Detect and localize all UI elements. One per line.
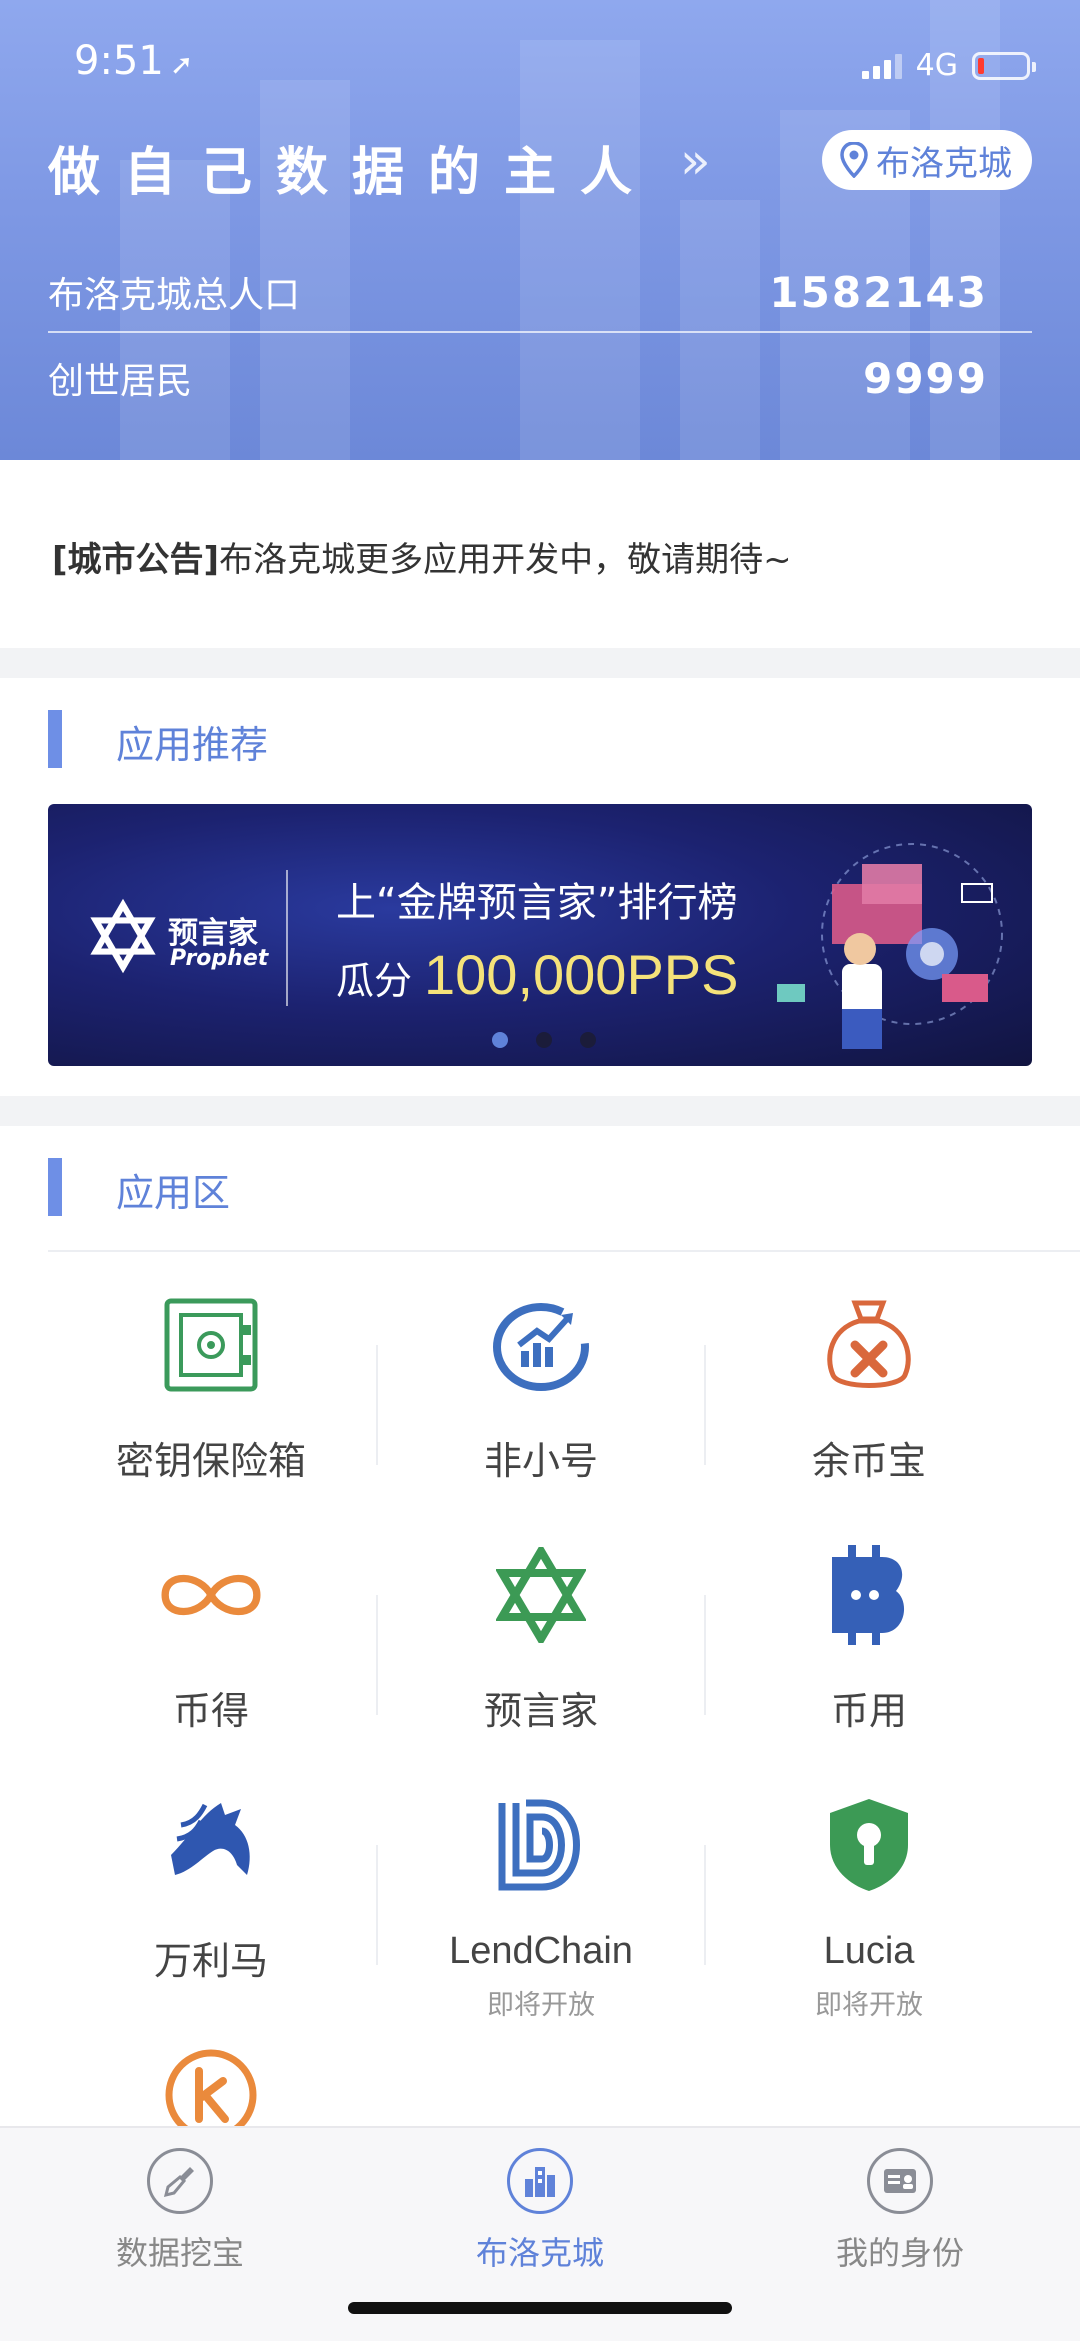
app-name: Lucia <box>823 1930 915 1972</box>
status-time: 9:51 ➚ <box>74 38 194 84</box>
battery-icon <box>972 51 1036 80</box>
promo-banner[interactable]: 预言家 Prophet 上“金牌预言家”排行榜 瓜分 100,000PPS <box>48 804 1032 1066</box>
page-dot[interactable] <box>492 1032 508 1048</box>
app-wanlima[interactable]: 万利马 <box>46 1790 376 1985</box>
notice-text: 布洛克城更多应用开发中，敬请期待~ <box>219 540 792 580</box>
shovel-icon <box>147 2148 213 2214</box>
slogan[interactable]: 做自己数据的主人 <box>48 130 656 205</box>
stat-label: 布洛克城总人口 <box>48 275 301 316</box>
section-gap <box>0 1096 1080 1126</box>
app-name: 预言家 <box>483 1689 598 1733</box>
signal-icon <box>861 53 902 79</box>
city-buildings-icon <box>507 2148 573 2214</box>
app-lendchain[interactable]: LendChain 即将开放 <box>376 1790 706 2022</box>
page-dot[interactable] <box>580 1032 596 1048</box>
safe-icon <box>156 1290 266 1400</box>
city-notice[interactable]: [城市公告]布洛克城更多应用开发中，敬请期待~ <box>0 460 1080 648</box>
banner-headline: 上“金牌预言家”排行榜 <box>336 880 738 926</box>
app-name: 密钥保险箱 <box>115 1439 306 1483</box>
app-key-safe[interactable]: 密钥保险箱 <box>46 1290 376 1485</box>
status-right: 4G <box>861 48 1036 83</box>
chart-ring-icon <box>486 1290 596 1400</box>
notice-text-row: [城市公告]布洛克城更多应用开发中，敬请期待~ <box>52 532 792 581</box>
stat-total-population: 布洛克城总人口 1582143 <box>48 252 1030 332</box>
city-location-button[interactable]: 布洛克城 <box>822 130 1032 190</box>
header-banner: 9:51 ➚ 4G 做自己数据的主人 » 布洛克城 布洛克城总人口 1582143… <box>0 0 1080 460</box>
recommend-section-header: 应用推荐 <box>0 700 1080 780</box>
app-name: 非小号 <box>483 1439 598 1483</box>
banner-pagination[interactable] <box>492 1032 596 1048</box>
apps-section-header: 应用区 <box>0 1148 1080 1228</box>
shield-keyhole-icon <box>814 1790 924 1900</box>
tab-my-identity[interactable]: 我的身份 <box>780 2148 1020 2274</box>
city-button-label: 布洛克城 <box>876 143 1012 184</box>
app-yubibao[interactable]: 余币宝 <box>704 1290 1034 1485</box>
coming-soon-label: 即将开放 <box>487 1990 595 2021</box>
prophet-star-icon <box>90 898 156 974</box>
id-card-icon <box>867 2148 933 2214</box>
coming-soon-label: 即将开放 <box>815 1990 923 2021</box>
tab-label: 数据挖宝 <box>115 2234 244 2272</box>
tab-label: 布洛克城 <box>475 2234 604 2272</box>
app-name: 币得 <box>172 1689 249 1733</box>
tab-data-mining[interactable]: 数据挖宝 <box>60 2148 300 2274</box>
app-lucia[interactable]: Lucia 即将开放 <box>704 1790 1034 2022</box>
banner-reward: 瓜分 100,000PPS <box>336 942 739 1007</box>
stat-value: 1582143 <box>769 267 988 317</box>
apps-divider <box>48 1250 1080 1252</box>
bitcoin-chat-icon <box>814 1540 924 1650</box>
double-chevron-icon[interactable]: » <box>680 132 711 190</box>
tab-block-city[interactable]: 布洛克城 <box>420 2148 660 2274</box>
data-analyst-illustration <box>777 843 1003 1049</box>
home-indicator[interactable] <box>348 2302 732 2314</box>
stat-divider <box>48 331 1032 333</box>
section-accent-bar <box>48 710 62 768</box>
apps-title: 应用区 <box>116 1171 231 1215</box>
app-bide[interactable]: 币得 <box>46 1540 376 1735</box>
tab-label: 我的身份 <box>835 2234 964 2272</box>
app-biyong[interactable]: 币用 <box>704 1540 1034 1735</box>
notice-tag: [城市公告] <box>52 540 220 580</box>
lendchain-icon <box>486 1790 596 1900</box>
status-bar: 9:51 ➚ 4G <box>0 0 1080 130</box>
app-name: 余币宝 <box>811 1439 926 1483</box>
banner-brand-en: Prophet <box>170 946 269 971</box>
network-label: 4G <box>915 48 958 83</box>
app-prophet[interactable]: 预言家 <box>376 1540 706 1735</box>
app-feixiaohao[interactable]: 非小号 <box>376 1290 706 1485</box>
money-bag-icon <box>814 1290 924 1400</box>
section-gap <box>0 648 1080 678</box>
horse-icon <box>156 1790 266 1900</box>
section-accent-bar <box>48 1158 62 1216</box>
app-name: 万利马 <box>153 1939 268 1983</box>
stat-value: 9999 <box>863 353 988 403</box>
app-name: LendChain <box>449 1930 633 1972</box>
page-dot[interactable] <box>536 1032 552 1048</box>
banner-divider <box>286 870 288 1006</box>
banner-reward-amount: 100,000PPS <box>424 943 739 1006</box>
infinity-icon <box>156 1540 266 1650</box>
recommend-title: 应用推荐 <box>116 723 269 767</box>
banner-reward-prefix: 瓜分 <box>336 959 413 1003</box>
stat-label: 创世居民 <box>48 361 193 402</box>
app-name: 币用 <box>830 1689 907 1733</box>
stat-genesis-residents: 创世居民 9999 <box>48 338 1030 418</box>
star-of-david-icon <box>486 1540 596 1650</box>
location-pin-icon <box>840 142 868 178</box>
